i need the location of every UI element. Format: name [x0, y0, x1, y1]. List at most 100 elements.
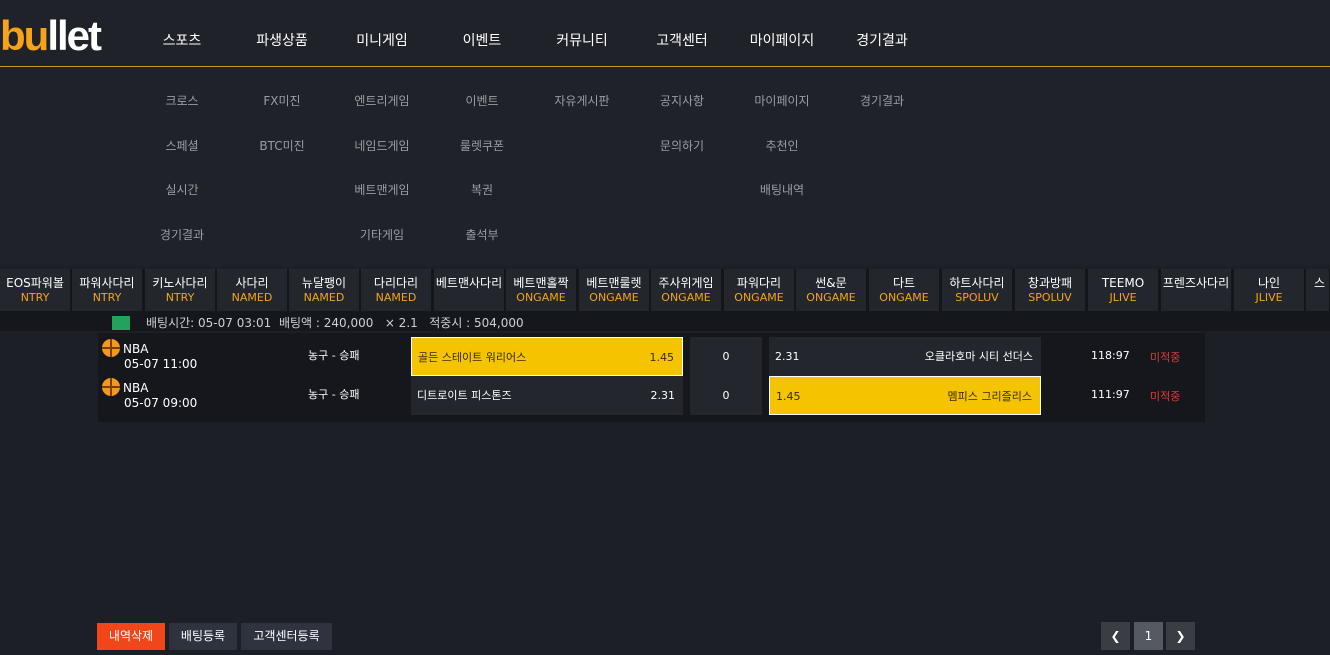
- delete-history-button[interactable]: 내역삭제: [97, 623, 165, 650]
- tab-name: EOS파워볼: [6, 276, 64, 290]
- tab-partial[interactable]: 스: [1306, 269, 1330, 311]
- nav-minigame[interactable]: 미니게임: [332, 30, 432, 50]
- tab-friends-ladder[interactable]: 프렌즈사다리: [1161, 269, 1232, 311]
- tab-power-dari[interactable]: 파워다리 ONGAME: [724, 269, 795, 311]
- tab-betman-oddeven[interactable]: 베트맨홀짝 ONGAME: [506, 269, 577, 311]
- tab-name: 나인: [1257, 276, 1281, 290]
- prev-page-icon[interactable]: ❮: [1101, 622, 1130, 650]
- league-name: NBA: [123, 381, 149, 395]
- header: bullet 스포츠 파생상품 미니게임 이벤트 커뮤니티 고객센터 마이페이지…: [0, 0, 1330, 67]
- tab-name: 베트맨홀짝: [513, 276, 569, 290]
- submenu-cross[interactable]: 크로스: [127, 92, 237, 109]
- next-page-icon[interactable]: ❯: [1166, 622, 1195, 650]
- page-1-button[interactable]: 1: [1134, 622, 1163, 650]
- tab-power-ladder[interactable]: 파워사다리 NTRY: [72, 269, 143, 311]
- tab-name: 창과방패: [1027, 276, 1073, 290]
- tab-ladder[interactable]: 사다리 NAMED: [217, 269, 288, 311]
- submenu-free-board[interactable]: 자유게시판: [527, 92, 637, 109]
- tab-provider: ONGAME: [589, 291, 639, 304]
- nav-sports[interactable]: 스포츠: [132, 30, 232, 50]
- tab-new-snail[interactable]: 뉴달팽이 NAMED: [289, 269, 360, 311]
- submenu-entry-game[interactable]: 엔트리게임: [327, 92, 437, 109]
- submenu-special[interactable]: 스페셜: [127, 137, 237, 154]
- submenu-other-game[interactable]: 기타게임: [327, 226, 437, 243]
- bet-time: 배팅시간: 05-07 03:01: [146, 316, 272, 330]
- tab-name: 하트사다리: [949, 276, 1005, 290]
- tab-heart-ladder[interactable]: 하트사다리 SPOLUV: [942, 269, 1013, 311]
- home-team: 디트로이트 피스톤즈: [417, 389, 512, 402]
- tab-provider: ONGAME: [806, 291, 856, 304]
- nav-event[interactable]: 이벤트: [432, 30, 532, 50]
- draw-odds: 0: [722, 389, 730, 402]
- away-odds: 2.31: [775, 350, 800, 363]
- tab-provider: NAMED: [375, 291, 417, 304]
- draw-cell[interactable]: 0: [690, 376, 762, 415]
- submenu-results[interactable]: 경기결과: [827, 92, 937, 109]
- nav-dropdown: 크로스 스페셜 실시간 경기결과 FX미진 BTC미진 엔트리게임 네임드게임 …: [0, 68, 1330, 266]
- tab-nine[interactable]: 나인 JLIVE: [1234, 269, 1305, 311]
- nav-mypage[interactable]: 마이페이지: [732, 30, 832, 50]
- bet-slip: NBA 05-07 11:00 농구 - 승패 골든 스테이트 워리어스 1.4…: [98, 333, 1205, 422]
- submenu-mypage[interactable]: 마이페이지: [727, 92, 837, 109]
- support-register-button[interactable]: 고객센터등록: [241, 623, 332, 650]
- tab-name: 썬&문: [815, 276, 847, 290]
- submenu-bet-history[interactable]: 배팅내역: [727, 181, 837, 198]
- submenu-notice[interactable]: 공지사항: [627, 92, 737, 109]
- nav-derivatives[interactable]: 파생상품: [232, 30, 332, 50]
- tab-eos-powerball[interactable]: EOS파워볼 NTRY: [0, 269, 71, 311]
- submenu-named-game[interactable]: 네임드게임: [327, 137, 437, 154]
- draw-odds: 0: [722, 350, 730, 363]
- bet-type: 농구 - 승패: [308, 388, 360, 401]
- tab-provider: ONGAME: [661, 291, 711, 304]
- table-row: NBA 05-07 11:00 농구 - 승패 골든 스테이트 워리어스 1.4…: [98, 333, 1205, 376]
- tab-provider: ONGAME: [734, 291, 784, 304]
- submenu-roulette-coupon[interactable]: 룰렛쿠폰: [427, 137, 537, 154]
- tab-betman-ladder[interactable]: 베트맨사다리: [434, 269, 505, 311]
- league-info: NBA 05-07 09:00: [102, 378, 197, 411]
- nav-community[interactable]: 커뮤니티: [532, 30, 632, 50]
- tab-teemo[interactable]: TEEMO JLIVE: [1088, 269, 1159, 311]
- bet-win-amount: 적중시 : 504,000: [429, 316, 524, 330]
- tab-name: 다리다리: [373, 276, 419, 290]
- tab-betman-roulette[interactable]: 베트맨룰렛 ONGAME: [579, 269, 650, 311]
- home-odds-cell[interactable]: 디트로이트 피스톤즈 2.31: [411, 376, 683, 415]
- tab-provider: NTRY: [20, 291, 50, 304]
- logo[interactable]: bullet: [0, 12, 102, 59]
- tab-name: TEEMO: [1101, 276, 1145, 290]
- tab-name: 사다리: [235, 276, 269, 290]
- bet-select-checkbox[interactable]: [112, 316, 130, 330]
- submenu-event[interactable]: 이벤트: [427, 92, 537, 109]
- submenu-attendance[interactable]: 출석부: [427, 226, 537, 243]
- submenu-referral[interactable]: 추천인: [727, 137, 837, 154]
- away-odds-cell[interactable]: 1.45 멤피스 그리즐리스: [769, 376, 1041, 415]
- tab-dari-dari[interactable]: 다리다리 NAMED: [361, 269, 432, 311]
- submenu-fx[interactable]: FX미진: [227, 92, 337, 109]
- away-odds: 1.45: [776, 390, 801, 403]
- submenu-betman-game[interactable]: 베트맨게임: [327, 181, 437, 198]
- tab-spear-shield[interactable]: 창과방패 SPOLUV: [1015, 269, 1086, 311]
- tab-sun-moon[interactable]: 썬&문 ONGAME: [796, 269, 867, 311]
- tab-name: 파워사다리: [79, 276, 135, 290]
- tab-name: 뉴달팽이: [301, 276, 347, 290]
- away-odds-cell[interactable]: 2.31 오클라호마 시티 선더스: [769, 337, 1041, 376]
- tab-name: 다트: [892, 276, 916, 290]
- table-row: NBA 05-07 09:00 농구 - 승패 디트로이트 피스톤즈 2.31 …: [98, 372, 1205, 415]
- match-datetime: 05-07 11:00: [124, 357, 198, 371]
- submenu-inquiry[interactable]: 문의하기: [627, 137, 737, 154]
- tab-provider: NTRY: [92, 291, 122, 304]
- home-odds: 2.31: [650, 389, 676, 402]
- submenu-sports-results[interactable]: 경기결과: [127, 226, 237, 243]
- tab-dart[interactable]: 다트 ONGAME: [869, 269, 940, 311]
- bet-register-button[interactable]: 배팅등록: [169, 623, 237, 650]
- nav-support[interactable]: 고객센터: [632, 30, 732, 50]
- submenu-btc[interactable]: BTC미진: [227, 137, 337, 154]
- tab-dice-game[interactable]: 주사위게임 ONGAME: [651, 269, 722, 311]
- submenu-live[interactable]: 실시간: [127, 181, 237, 198]
- draw-cell[interactable]: 0: [690, 337, 762, 376]
- home-odds-cell[interactable]: 골든 스테이트 워리어스 1.45: [411, 337, 683, 376]
- tab-keno-ladder[interactable]: 키노사다리 NTRY: [145, 269, 216, 311]
- logo-part-2: ll: [47, 12, 68, 59]
- tab-provider: NAMED: [303, 291, 345, 304]
- submenu-lottery[interactable]: 복권: [427, 181, 537, 198]
- nav-results[interactable]: 경기결과: [832, 30, 932, 50]
